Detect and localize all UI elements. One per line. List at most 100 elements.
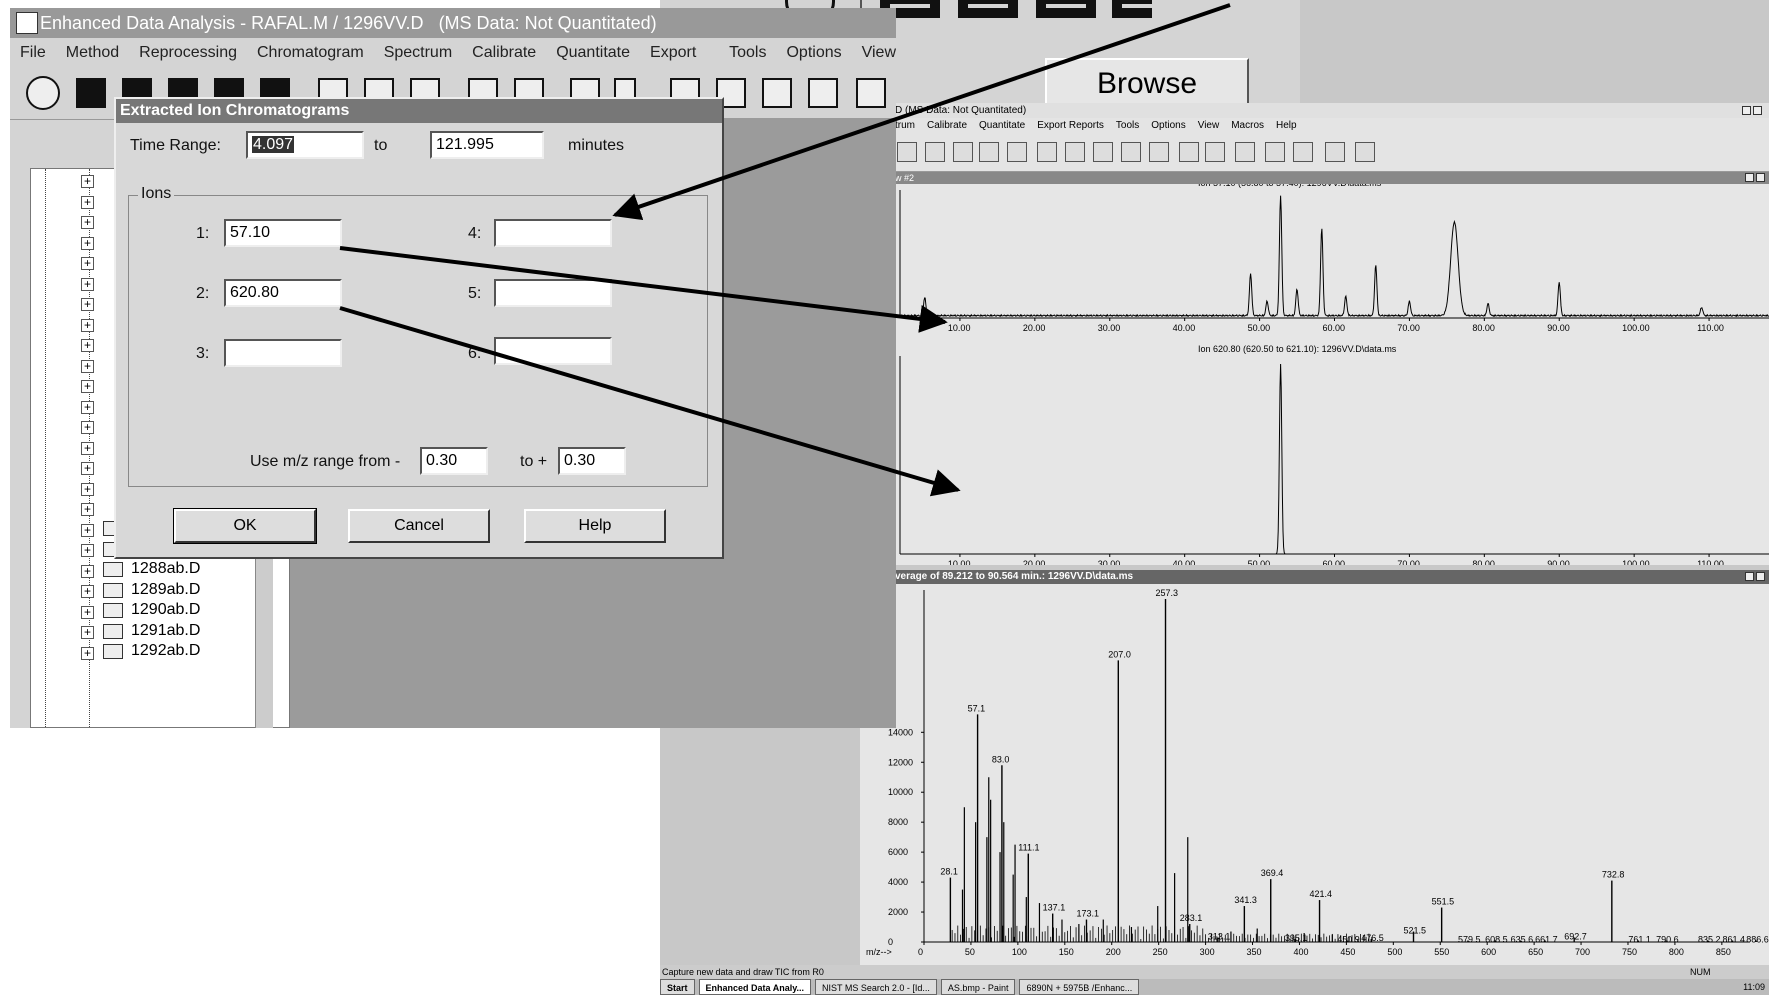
toolbar-large-icon[interactable] xyxy=(1036,0,1096,18)
maximize-icon[interactable] xyxy=(1756,173,1765,182)
tree-expand-icon[interactable]: + xyxy=(81,482,94,496)
menu-file[interactable]: File xyxy=(20,38,46,68)
ion-5-input[interactable] xyxy=(494,279,612,307)
x-tick-label: 400 xyxy=(1293,947,1308,957)
bg-menu-view[interactable]: View xyxy=(1198,118,1220,134)
bg-menu-macros[interactable]: Macros xyxy=(1231,118,1264,134)
bg-toolbar-icon[interactable] xyxy=(925,142,945,162)
bg-toolbar-icon[interactable] xyxy=(1355,142,1375,162)
tree-expand-icon[interactable]: + xyxy=(81,175,94,188)
ion-3-input[interactable] xyxy=(224,339,342,367)
tree-item-label[interactable]: 1291ab.D xyxy=(131,622,200,640)
bg-toolbar-icon[interactable] xyxy=(1235,142,1255,162)
ion-1-input[interactable]: 57.10 xyxy=(224,219,342,247)
tree-expand-icon[interactable]: + xyxy=(81,605,94,619)
mz-minus-input[interactable]: 0.30 xyxy=(420,447,488,475)
bg-toolbar-icon[interactable] xyxy=(1179,142,1199,162)
tree-expand-icon[interactable]: + xyxy=(81,277,94,291)
bg-toolbar-icon[interactable] xyxy=(1007,142,1027,162)
tree-expand-icon[interactable]: + xyxy=(81,195,94,209)
taskbar-button[interactable]: AS.bmp - Paint xyxy=(940,979,1016,995)
up-arrow-icon[interactable] xyxy=(762,78,792,108)
tree-expand-icon[interactable]: + xyxy=(81,380,94,393)
tree-expand-icon[interactable]: + xyxy=(81,503,94,516)
menu-method[interactable]: Method xyxy=(66,38,119,68)
minimize-icon[interactable] xyxy=(1742,106,1751,115)
taskbar-button[interactable]: NIST MS Search 2.0 - [Id... xyxy=(815,979,937,995)
bg-menu-options[interactable]: Options xyxy=(1151,118,1185,134)
menu-view[interactable]: View xyxy=(862,38,896,68)
tree-item-label[interactable]: 1292ab.D xyxy=(131,642,200,660)
menu-reprocessing[interactable]: Reprocessing xyxy=(139,38,237,68)
bg-menu-calibrate[interactable]: Calibrate xyxy=(927,118,967,134)
mz-plus-input[interactable]: 0.30 xyxy=(558,447,626,475)
tree-expand-icon[interactable]: + xyxy=(81,544,94,557)
bg-toolbar-icon[interactable] xyxy=(897,142,917,162)
menu-tools[interactable]: Tools xyxy=(729,38,766,68)
bg-menu-tools[interactable]: Tools xyxy=(1116,118,1139,134)
tree-expand-icon[interactable]: + xyxy=(81,421,94,434)
help-button[interactable]: Help xyxy=(524,509,666,543)
tree-expand-icon[interactable]: + xyxy=(81,626,94,639)
bg-menu-export-reports[interactable]: Export Reports xyxy=(1037,118,1104,134)
toolbar-large-icon[interactable] xyxy=(1112,0,1162,18)
tree-expand-icon[interactable]: + xyxy=(81,564,94,578)
menu-calibrate[interactable]: Calibrate xyxy=(472,38,536,68)
bg-toolbar-icon[interactable] xyxy=(1037,142,1057,162)
bg-toolbar-icon[interactable] xyxy=(1121,142,1141,162)
app-icon[interactable] xyxy=(16,12,38,34)
bg-toolbar-icon[interactable] xyxy=(1065,142,1085,162)
bg-menu-trum[interactable]: trum xyxy=(895,118,915,134)
ion-4-input[interactable] xyxy=(494,219,612,247)
tree-expand-icon[interactable]: + xyxy=(81,339,94,352)
taskbar-button[interactable]: 6890N + 5975B /Enhanc... xyxy=(1019,979,1140,995)
bg-toolbar-icon[interactable] xyxy=(1149,142,1169,162)
bg-toolbar-icon[interactable] xyxy=(1093,142,1113,162)
tree-expand-icon[interactable]: + xyxy=(81,585,94,598)
minimize-icon[interactable] xyxy=(1745,173,1754,182)
bg-toolbar-icon[interactable] xyxy=(1265,142,1285,162)
menu-options[interactable]: Options xyxy=(786,38,841,68)
tree-expand-icon[interactable]: + xyxy=(81,257,94,270)
start-button[interactable]: Start xyxy=(660,979,695,995)
menu-export-reports[interactable]: Export Reports xyxy=(650,38,709,91)
ok-button[interactable]: OK xyxy=(173,508,317,544)
menu-spectrum[interactable]: Spectrum xyxy=(384,38,452,68)
bg-toolbar-icon[interactable] xyxy=(953,142,973,162)
time-from-input[interactable]: 4.097 xyxy=(246,131,364,159)
table-icon[interactable] xyxy=(808,78,838,108)
tree-expand-icon[interactable]: + xyxy=(81,441,94,455)
tree-item-label[interactable]: 1290ab.D xyxy=(131,601,200,619)
bg-menu-quantitate[interactable]: Quantitate xyxy=(979,118,1025,134)
bg-toolbar-icon[interactable] xyxy=(1325,142,1345,162)
tree-expand-icon[interactable]: + xyxy=(81,400,94,414)
tree-item-label[interactable]: 1288ab.D xyxy=(131,560,200,578)
tree-item-label[interactable]: 1289ab.D xyxy=(131,581,200,599)
copy-icon[interactable] xyxy=(856,78,886,108)
tree-expand-icon[interactable]: + xyxy=(81,359,94,373)
tree-expand-icon[interactable]: + xyxy=(81,298,94,311)
chromatogram-icon[interactable] xyxy=(76,78,106,108)
compass-icon[interactable] xyxy=(26,76,60,110)
bg-toolbar-icon[interactable] xyxy=(1293,142,1313,162)
tree-expand-icon[interactable]: + xyxy=(81,462,94,475)
minimize-icon[interactable] xyxy=(1745,572,1754,581)
ion-6-input[interactable] xyxy=(494,337,612,365)
menu-chromatogram[interactable]: Chromatogram xyxy=(257,38,364,68)
tree-expand-icon[interactable]: + xyxy=(81,216,94,229)
taskbar-button[interactable]: Enhanced Data Analy... xyxy=(698,979,812,995)
tree-expand-icon[interactable]: + xyxy=(81,523,94,537)
tree-expand-icon[interactable]: + xyxy=(81,646,94,660)
bg-menu-help[interactable]: Help xyxy=(1276,118,1297,134)
tree-expand-icon[interactable]: + xyxy=(81,318,94,332)
tree-expand-icon[interactable]: + xyxy=(81,236,94,250)
bg-toolbar-icon[interactable] xyxy=(979,142,999,162)
bg-toolbar-icon[interactable] xyxy=(1205,142,1225,162)
maximize-icon[interactable] xyxy=(1753,106,1762,115)
maximize-icon[interactable] xyxy=(1756,572,1765,581)
cancel-button[interactable]: Cancel xyxy=(348,509,490,543)
ion-2-input[interactable]: 620.80 xyxy=(224,279,342,307)
menu-quantitate[interactable]: Quantitate xyxy=(556,38,630,68)
time-to-input[interactable]: 121.995 xyxy=(430,131,544,159)
toolbar-large-icon[interactable] xyxy=(958,0,1018,18)
